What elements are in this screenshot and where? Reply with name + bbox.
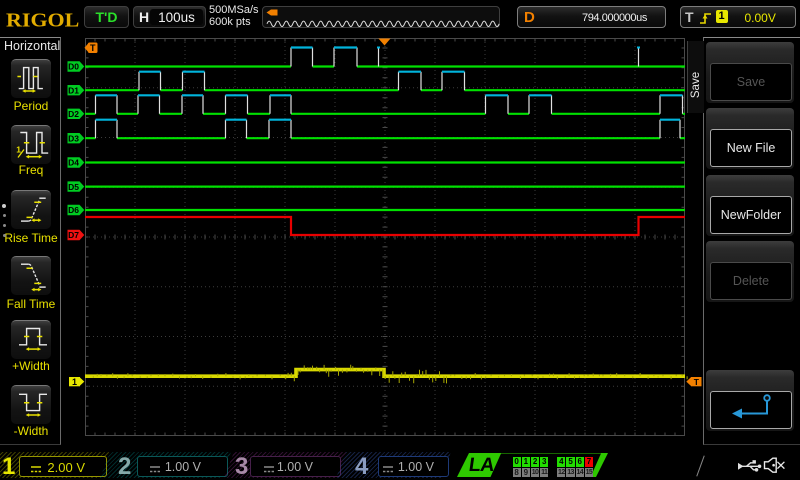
- svg-text:D2: D2: [68, 109, 79, 119]
- svg-text:D6: D6: [68, 205, 79, 215]
- svg-text:D0: D0: [68, 62, 79, 72]
- svg-text:T: T: [694, 377, 700, 387]
- svg-text:1: 1: [16, 144, 21, 154]
- svg-text:D4: D4: [68, 158, 79, 168]
- svg-text:T: T: [90, 43, 96, 53]
- svg-text:D3: D3: [68, 133, 79, 143]
- svg-text:D5: D5: [68, 182, 79, 192]
- svg-text:D7: D7: [68, 230, 79, 240]
- svg-text:D1: D1: [68, 85, 79, 95]
- svg-text:1: 1: [72, 377, 77, 387]
